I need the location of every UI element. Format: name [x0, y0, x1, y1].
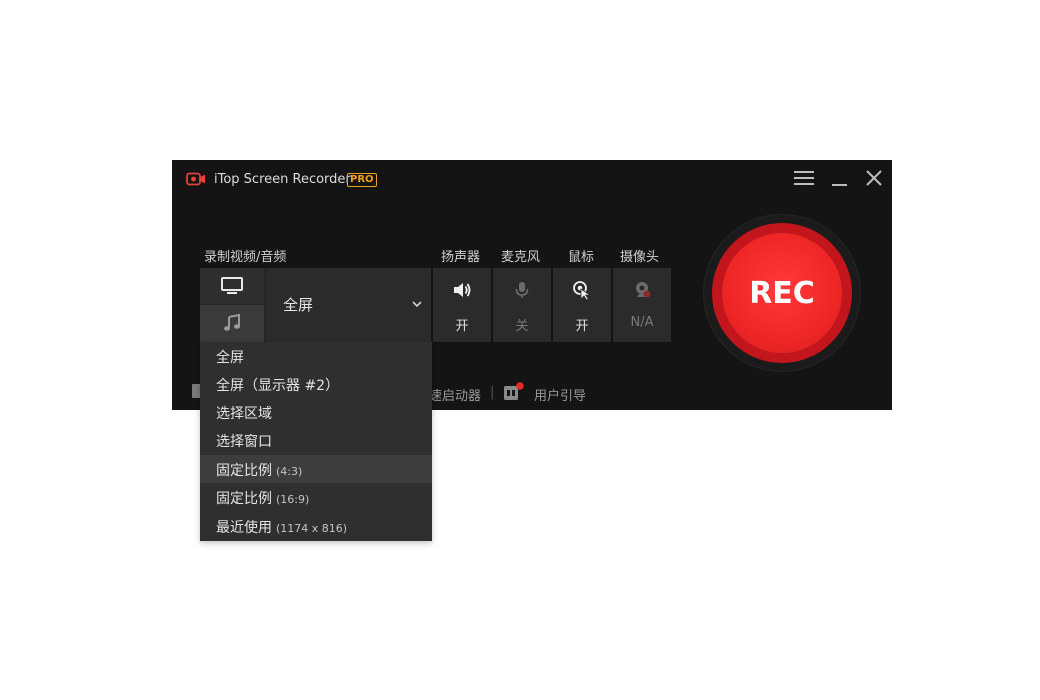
monitor-icon [221, 277, 243, 294]
record-area-dropdown: 全屏 全屏（显示器 #2） 选择区域 选择窗口 固定比例 (4:3) 固定比例 (1… [200, 342, 432, 541]
microphone-state: 关 [515, 319, 529, 334]
user-guide-link[interactable]: 用户引导 [534, 385, 586, 404]
bottom-separator: | [490, 385, 495, 400]
dropdown-item-select-region[interactable]: 选择区域 [200, 398, 432, 426]
dropdown-item-label: 固定比例 [216, 463, 272, 479]
mouse-state: 开 [575, 319, 589, 334]
speaker-toggle[interactable]: 开 [433, 268, 491, 342]
hamburger-icon [794, 171, 814, 185]
dropdown-item-fixed-ratio-16-9[interactable]: 固定比例 (16:9) [200, 483, 432, 511]
minimize-button[interactable] [828, 168, 852, 190]
microphone-toggle[interactable]: 关 [493, 268, 551, 342]
speaker-label: 扬声器 [441, 250, 481, 265]
dropdown-item-fixed-ratio-4-3[interactable]: 固定比例 (4:3) [200, 455, 432, 483]
dropdown-item-label: 选择区域 [216, 406, 272, 422]
record-area-select[interactable]: 全屏 [266, 268, 431, 342]
title-bar: iTop Screen Recorder PRO [172, 160, 892, 200]
microphone-label: 麦克风 [501, 250, 541, 265]
record-mode-panel: 全屏 [200, 268, 431, 342]
dropdown-item-select-window[interactable]: 选择窗口 [200, 426, 432, 454]
dropdown-item-fullscreen-monitor2[interactable]: 全屏（显示器 #2） [200, 370, 432, 398]
dropdown-item-sub: (4:3) [276, 465, 303, 478]
mouse-toggle[interactable]: 开 [553, 268, 611, 342]
mouse-label: 鼠标 [568, 250, 595, 265]
record-area-value: 全屏 [283, 296, 314, 314]
audio-mode-tab[interactable] [200, 305, 264, 342]
dropdown-item-label: 固定比例 [216, 491, 272, 507]
dropdown-item-recent[interactable]: 最近使用 (1174 x 816) [200, 512, 432, 540]
video-mode-tab[interactable] [200, 268, 264, 304]
menu-button[interactable] [792, 168, 816, 190]
webcam-label: 摄像头 [620, 250, 660, 265]
speaker-icon [454, 283, 471, 297]
dropdown-item-sub: (1174 x 816) [276, 522, 348, 535]
dropdown-item-label: 全屏（显示器 #2） [216, 378, 340, 394]
microphone-icon [515, 282, 529, 298]
rec-button-frame: REC [704, 215, 860, 371]
pro-badge: PRO [347, 173, 377, 187]
dropdown-item-label: 全屏 [216, 350, 244, 366]
quick-launcher-link[interactable]: 速启动器 [429, 385, 481, 404]
rec-button[interactable]: REC [722, 233, 842, 353]
speaker-state: 开 [455, 319, 469, 334]
webcam-state: N/A [630, 315, 654, 330]
webcam-icon [636, 282, 651, 298]
close-button[interactable] [862, 168, 886, 190]
close-icon [866, 170, 882, 186]
dropdown-item-label: 最近使用 [216, 520, 272, 536]
user-guide-icon [504, 382, 524, 400]
record-mode-label: 录制视频/音频 [204, 250, 287, 265]
dropdown-item-label: 选择窗口 [216, 434, 272, 450]
chevron-down-icon [412, 301, 422, 308]
dropdown-item-fullscreen[interactable]: 全屏 [200, 342, 432, 370]
app-title: iTop Screen Recorder [214, 172, 351, 187]
dropdown-item-sub: (16:9) [276, 493, 310, 506]
app-logo-icon [186, 172, 205, 186]
minimize-icon [832, 184, 847, 186]
mouse-cursor-icon [573, 281, 592, 300]
webcam-toggle[interactable]: N/A [613, 268, 671, 342]
music-note-icon [224, 313, 240, 331]
